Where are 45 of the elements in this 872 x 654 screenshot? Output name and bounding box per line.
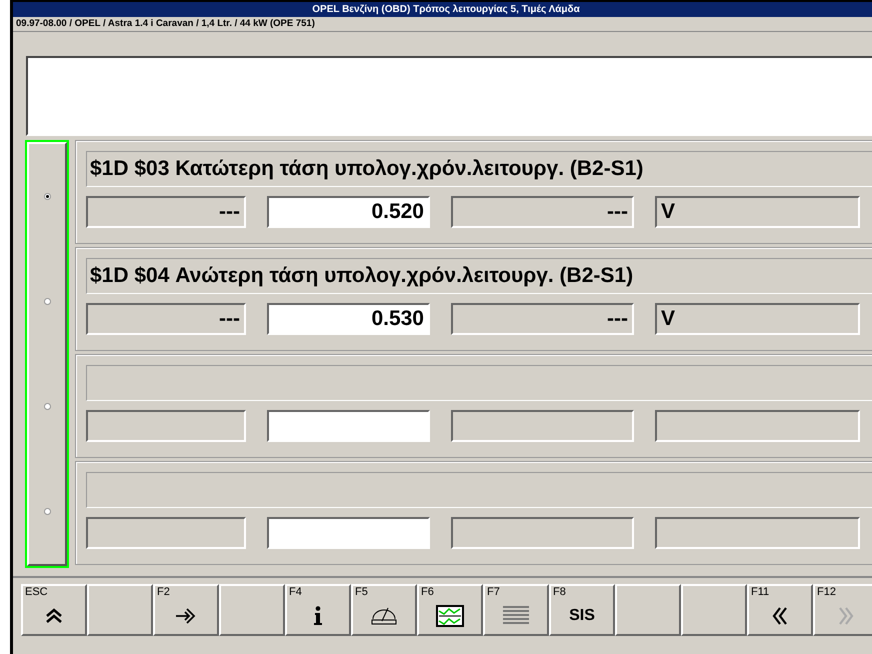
current-value: 0.520 bbox=[267, 196, 430, 228]
function-key[interactable]: F6 bbox=[417, 584, 483, 636]
window-title: OPEL Βενζίνη (OBD) Τρόπος λειτουργίας 5, Τιμές Λάμδα bbox=[13, 2, 872, 17]
function-key[interactable]: F11 bbox=[747, 584, 813, 636]
function-key[interactable]: F2 bbox=[153, 584, 219, 636]
double-chevron-up-icon bbox=[45, 608, 63, 624]
key-label: F8 bbox=[553, 586, 566, 598]
radio-button[interactable] bbox=[44, 298, 50, 305]
radio-button[interactable] bbox=[44, 508, 50, 515]
function-key[interactable] bbox=[681, 584, 747, 636]
function-key[interactable]: F7 bbox=[483, 584, 549, 636]
unit: V bbox=[655, 196, 860, 228]
graph-icon bbox=[436, 605, 464, 627]
min-value: --- bbox=[86, 196, 246, 228]
parameter-title: $1D $04 Ανώτερη τάση υπολογ.χρόν.λειτουργ. (B2-S1) bbox=[86, 258, 872, 294]
gauge-icon bbox=[371, 606, 397, 626]
arrow-into-diamond-icon bbox=[175, 607, 197, 625]
function-key[interactable]: F8 SIS bbox=[549, 584, 615, 636]
key-label: F12 bbox=[817, 586, 836, 598]
max-value: --- bbox=[451, 196, 634, 228]
vehicle-info: 09.97-08.00 / OPEL / Astra 1.4 i Caravan / 1,4 Ltr. / 44 kW (OPE 751) bbox=[13, 17, 872, 32]
function-key[interactable] bbox=[615, 584, 681, 636]
max-value: --- bbox=[451, 303, 634, 335]
double-chevron-left-icon bbox=[772, 607, 788, 625]
min-value: --- bbox=[86, 303, 246, 335]
key-label: F2 bbox=[157, 586, 170, 598]
function-key[interactable]: F4 bbox=[285, 584, 351, 636]
key-label: F4 bbox=[289, 586, 302, 598]
radio-button[interactable] bbox=[44, 193, 50, 200]
radio-button[interactable] bbox=[44, 403, 50, 410]
current-value: 0.530 bbox=[267, 303, 430, 335]
unit: V bbox=[655, 303, 860, 335]
lines-icon bbox=[503, 605, 529, 627]
key-label: ESC bbox=[25, 586, 48, 598]
function-key[interactable] bbox=[219, 584, 285, 636]
key-label: F7 bbox=[487, 586, 500, 598]
key-label: F6 bbox=[421, 586, 434, 598]
parameter-title: $1D $03 Κατώτερη τάση υπολογ.χρόν.λειτουργ. (B2-S1) bbox=[86, 151, 872, 187]
function-key[interactable]: F5 bbox=[351, 584, 417, 636]
key-label: F11 bbox=[751, 586, 770, 598]
double-chevron-right-icon bbox=[838, 607, 854, 625]
function-key[interactable]: ESC bbox=[21, 584, 87, 636]
function-key[interactable] bbox=[87, 584, 153, 636]
info-icon bbox=[313, 606, 323, 626]
key-label: F5 bbox=[355, 586, 368, 598]
